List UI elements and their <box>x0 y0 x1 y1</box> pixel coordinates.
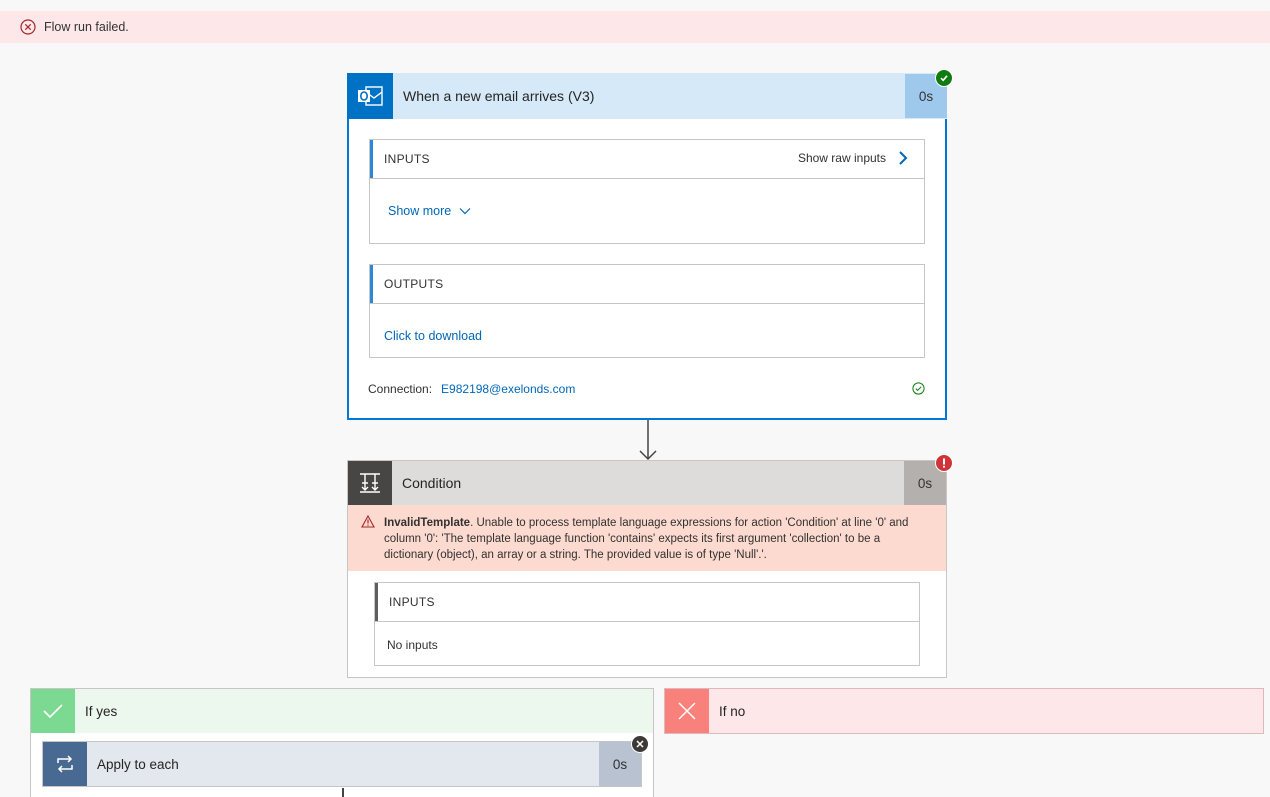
if-yes-branch: If yes Apply to each 0s <box>30 688 654 797</box>
outlook-icon <box>347 73 393 119</box>
inputs-label: INPUTS <box>384 152 430 166</box>
show-raw-inputs-link[interactable]: Show raw inputs <box>798 151 886 165</box>
if-yes-header[interactable]: If yes <box>31 689 653 733</box>
connector-arrow <box>638 420 658 462</box>
check-icon <box>31 689 75 733</box>
no-inputs-text: No inputs <box>387 638 438 652</box>
trigger-card-header[interactable]: When a new email arrives (V3) 0s <box>347 73 947 119</box>
apply-to-each-title: Apply to each <box>97 756 179 772</box>
trigger-card[interactable]: When a new email arrives (V3) 0s INPUTS … <box>347 69 953 420</box>
chevron-right-icon[interactable] <box>898 150 908 169</box>
condition-inputs-label: INPUTS <box>389 595 435 609</box>
error-title: InvalidTemplate <box>384 517 471 529</box>
banner-text: Flow run failed. <box>44 20 129 34</box>
outputs-header: OUTPUTS <box>370 265 924 304</box>
apply-connector-line <box>342 788 344 797</box>
show-more-link[interactable]: Show more <box>388 204 451 218</box>
outputs-label: OUTPUTS <box>384 277 444 291</box>
click-to-download-link[interactable]: Click to download <box>384 329 482 343</box>
trigger-title: When a new email arrives (V3) <box>403 88 595 104</box>
inputs-header: INPUTS Show raw inputs <box>370 140 924 179</box>
connection-label: Connection: <box>368 382 433 396</box>
if-yes-label: If yes <box>85 703 118 719</box>
chevron-down-icon[interactable] <box>459 207 471 215</box>
condition-title: Condition <box>402 475 462 491</box>
trigger-outputs-section: OUTPUTS Click to download <box>369 264 925 358</box>
if-no-label: If no <box>719 703 746 719</box>
error-message: InvalidTemplate. Unable to process templ… <box>348 505 946 571</box>
condition-card[interactable]: Condition 0s InvalidTemplate. Unable to … <box>347 454 953 678</box>
condition-icon <box>348 461 392 505</box>
error-circle-icon <box>20 19 36 35</box>
loop-icon <box>43 742 87 786</box>
success-check-icon <box>935 69 953 87</box>
trigger-inputs-section: INPUTS Show raw inputs Show more <box>369 139 925 244</box>
connection-value[interactable]: E982198@exelonds.com <box>441 382 575 396</box>
x-icon <box>665 689 709 733</box>
apply-to-each-card[interactable]: Apply to each 0s <box>42 741 642 787</box>
condition-inputs-header: INPUTS <box>375 583 919 622</box>
connection-ok-icon <box>912 382 925 398</box>
if-no-branch[interactable]: If no <box>664 688 1264 734</box>
condition-card-header[interactable]: Condition 0s <box>348 461 946 505</box>
condition-inputs-section: INPUTS No inputs <box>374 582 920 666</box>
warning-icon <box>361 514 375 533</box>
cancelled-badge-icon <box>631 735 649 753</box>
error-badge-icon <box>935 454 953 472</box>
flow-run-failed-banner: Flow run failed. <box>0 11 1270 43</box>
